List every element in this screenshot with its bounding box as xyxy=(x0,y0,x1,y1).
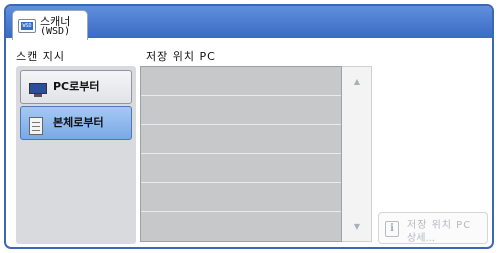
tab-scanner-wsd[interactable]: WSD 스캐너 (WSD) xyxy=(12,10,88,40)
wsd-scanner-window: WSD 스캐너 (WSD) 스캔 지시 저장 위치 PC PC로부터 본체로부터 xyxy=(4,4,494,249)
destination-pc-details-button[interactable]: i 저장 위치 PC 상세... xyxy=(378,212,488,244)
list-item[interactable] xyxy=(141,212,341,241)
destination-pc-label: 저장 위치 PC xyxy=(146,50,216,63)
info-icon: i xyxy=(385,221,399,237)
details-button-line2: 상세... xyxy=(407,233,435,244)
list-item[interactable] xyxy=(141,96,341,125)
option-from-device-label: 본체로부터 xyxy=(53,116,104,129)
list-item[interactable] xyxy=(141,67,341,96)
device-icon xyxy=(29,117,43,135)
wsd-scanner-icon: WSD xyxy=(18,19,36,33)
pc-monitor-icon xyxy=(29,83,47,97)
list-item[interactable] xyxy=(141,154,341,183)
tab-subtitle: (WSD) xyxy=(40,26,71,37)
option-from-device[interactable]: 본체로부터 xyxy=(20,106,132,140)
option-from-pc-label: PC로부터 xyxy=(53,80,100,93)
list-scrollbar: ▲ ▼ xyxy=(342,66,372,242)
list-item[interactable] xyxy=(141,125,341,154)
list-item[interactable] xyxy=(141,183,341,212)
scan-target-options: PC로부터 본체로부터 xyxy=(16,66,136,244)
scroll-down-icon[interactable]: ▼ xyxy=(342,222,372,231)
option-from-pc[interactable]: PC로부터 xyxy=(20,70,132,104)
destination-pc-list xyxy=(140,66,342,242)
scan-target-label: 스캔 지시 xyxy=(16,50,65,63)
scroll-up-icon[interactable]: ▲ xyxy=(342,77,372,86)
